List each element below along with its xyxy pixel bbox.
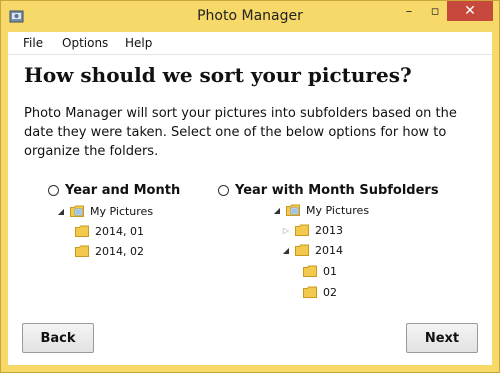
- tree-node-label: My Pictures: [90, 204, 154, 218]
- pictures-folder-icon: [286, 204, 300, 216]
- tree2-node-2014[interactable]: ◢ 2014: [281, 241, 343, 259]
- folder-icon: [303, 265, 317, 277]
- option-year-month-subfolders-label[interactable]: Year with Month Subfolders: [235, 183, 439, 198]
- tree2-node-2013[interactable]: ▷ 2013: [281, 221, 343, 239]
- folder-icon: [295, 244, 309, 256]
- tree1-node-my-pictures[interactable]: ◢ My Pictures: [56, 202, 153, 220]
- expanded-arrow-icon[interactable]: ◢: [272, 205, 282, 215]
- folder-icon: [295, 224, 309, 236]
- menu-help[interactable]: Help: [122, 32, 155, 54]
- title-bar[interactable]: Photo Manager – ▫ ✕: [1, 1, 499, 31]
- expanded-arrow-icon[interactable]: ◢: [56, 206, 66, 216]
- tree1-node-2014-02[interactable]: 2014, 02: [75, 242, 144, 260]
- tree-node-label: 2014, 02: [95, 244, 144, 258]
- close-icon: ✕: [464, 3, 476, 19]
- option-year-month-subfolders[interactable]: Year with Month Subfolders: [218, 181, 439, 199]
- folder-icon: [303, 286, 317, 298]
- menu-file[interactable]: File: [20, 32, 46, 54]
- pictures-folder-icon: [70, 205, 84, 217]
- menu-bar: File Options Help: [8, 32, 492, 55]
- next-button[interactable]: Next: [406, 323, 478, 353]
- app-window: Photo Manager – ▫ ✕ File Options Help Ho…: [0, 0, 500, 373]
- close-button[interactable]: ✕: [447, 1, 493, 21]
- tree2-node-01[interactable]: 01: [303, 262, 337, 280]
- tree-node-label: 2013: [315, 223, 343, 237]
- tree2-node-my-pictures[interactable]: ◢ My Pictures: [272, 201, 369, 219]
- tree-node-label: 02: [323, 285, 337, 299]
- menu-options[interactable]: Options: [59, 32, 111, 54]
- option-year-month-label[interactable]: Year and Month: [65, 183, 180, 198]
- expanded-arrow-icon[interactable]: ◢: [281, 245, 291, 255]
- description-text: Photo Manager will sort your pictures in…: [24, 106, 457, 159]
- maximize-icon: ▫: [430, 3, 440, 19]
- folder-icon: [75, 225, 89, 237]
- tree2-node-02[interactable]: 02: [303, 283, 337, 301]
- folder-icon: [75, 245, 89, 257]
- radio-year-month-subfolders[interactable]: [218, 184, 229, 196]
- maximize-button[interactable]: ▫: [422, 1, 448, 21]
- radio-year-month[interactable]: [48, 184, 59, 196]
- tree-node-label: My Pictures: [306, 203, 370, 217]
- page-heading: How should we sort your pictures?: [24, 63, 412, 87]
- tree-node-label: 01: [323, 264, 337, 278]
- minimize-button[interactable]: –: [396, 1, 422, 21]
- option-year-month[interactable]: Year and Month: [48, 181, 180, 199]
- collapsed-arrow-icon[interactable]: ▷: [281, 225, 291, 235]
- client-area: File Options Help How should we sort you…: [8, 32, 492, 365]
- minimize-icon: –: [405, 3, 413, 19]
- back-button[interactable]: Back: [22, 323, 94, 353]
- main-content: How should we sort your pictures? Photo …: [8, 55, 492, 365]
- tree1-node-2014-01[interactable]: 2014, 01: [75, 222, 144, 240]
- tree-node-label: 2014: [315, 243, 343, 257]
- tree-node-label: 2014, 01: [95, 224, 144, 238]
